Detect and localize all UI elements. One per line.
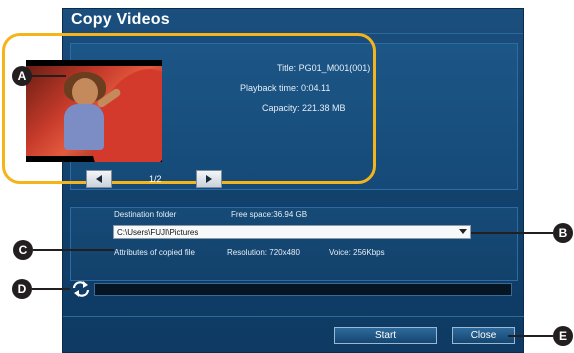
close-button[interactable]: Close <box>452 327 515 344</box>
destination-folder-dropdown[interactable]: C:\Users\FUJI\Pictures <box>113 225 471 239</box>
copy-progress-bar <box>94 283 512 296</box>
resolution-label: Resolution: 720x480 <box>227 248 300 257</box>
callout-marker-e: E <box>553 326 573 346</box>
callout-marker-b: B <box>553 223 573 243</box>
title-divider <box>63 33 523 34</box>
playback-time: Playback time: 0:04.11 <box>240 83 331 93</box>
callout-marker-a: A <box>12 66 32 86</box>
video-title: Title: PG01_M001(001) <box>277 63 371 73</box>
footer-divider <box>63 316 524 317</box>
next-button[interactable] <box>196 170 222 188</box>
right-triangle-icon <box>206 175 212 183</box>
left-triangle-icon <box>96 175 102 183</box>
thumbnail-face <box>72 78 98 106</box>
thumbnail-dress <box>64 104 104 150</box>
start-button[interactable]: Start <box>334 327 437 344</box>
prev-button[interactable] <box>86 170 112 188</box>
callout-leader-b <box>471 232 553 234</box>
callout-leader-c <box>33 249 114 251</box>
page-indicator: 1/2 <box>149 174 162 184</box>
callout-leader-e <box>508 335 553 337</box>
window-title: Copy Videos <box>71 11 170 28</box>
callout-marker-d: D <box>12 279 32 299</box>
destination-path: C:\Users\FUJI\Pictures <box>117 228 199 237</box>
capacity: Capacity: 221.38 MB <box>262 103 346 113</box>
free-space-label: Free space:36.94 GB <box>231 210 308 219</box>
voice-label: Voice: 256Kbps <box>329 248 385 257</box>
callout-leader-d <box>32 288 70 290</box>
destination-folder-label: Destination folder <box>114 210 177 219</box>
callout-leader-a <box>32 75 66 77</box>
attributes-label: Attributes of copied file <box>114 248 195 257</box>
recycle-arrows-icon <box>72 281 90 297</box>
chevron-down-icon <box>459 229 467 234</box>
callout-marker-c: C <box>13 240 33 260</box>
